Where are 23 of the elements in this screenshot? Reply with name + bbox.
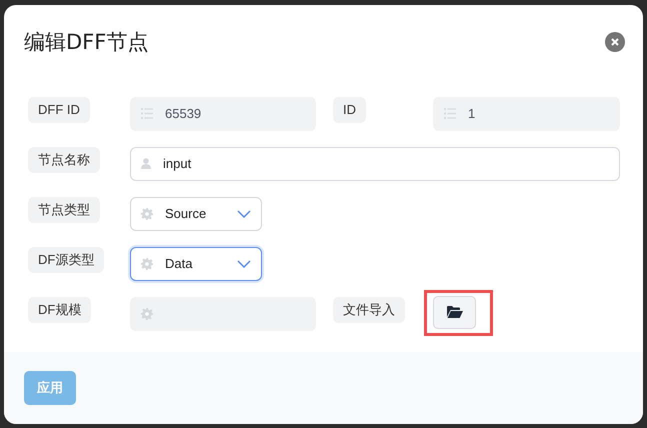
field-label: DF源类型 [28, 246, 104, 273]
gear-icon [141, 308, 153, 320]
folder-icon [446, 306, 462, 318]
file-import-button[interactable] [433, 296, 476, 329]
gear-icon [141, 258, 153, 270]
field-label: ID [333, 96, 366, 123]
user-icon [141, 158, 151, 170]
list-icon [141, 108, 153, 120]
close-button[interactable] [605, 32, 625, 52]
field-label: 节点名称 [28, 146, 100, 173]
chevron-down-icon [237, 260, 251, 268]
dialog-title: 编辑DFF节点 [24, 28, 148, 56]
list-icon [444, 108, 456, 120]
close-icon [611, 38, 619, 46]
field-label: 文件导入 [333, 296, 405, 323]
field-label: DF规模 [28, 296, 92, 323]
input-field[interactable]: input [130, 146, 620, 181]
field-label: DFF ID [28, 96, 90, 123]
select-field[interactable]: Source [130, 196, 262, 231]
chevron-down-icon [237, 210, 251, 218]
select-field[interactable]: Data [130, 246, 262, 281]
field-label: 节点类型 [28, 196, 100, 223]
gear-icon [141, 208, 153, 220]
